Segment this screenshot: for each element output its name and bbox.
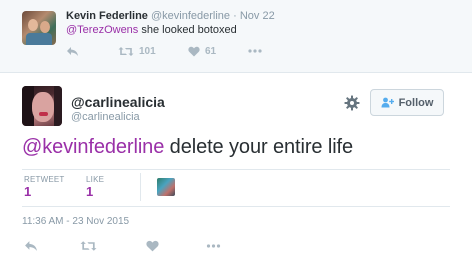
reply-button[interactable] [24,238,38,254]
author-name[interactable]: @carlinealicia [71,94,165,110]
mention-link[interactable]: @kevinfederline [22,136,164,158]
reply-icon [67,46,78,56]
retweet-stat-label[interactable]: RETWEET [24,175,65,184]
reply-button[interactable] [66,43,79,59]
follow-person-icon [381,97,394,108]
follow-label: Follow [398,96,434,109]
retweet-button[interactable] [80,238,97,254]
more-button[interactable] [248,43,262,59]
like-stat-count[interactable]: 1 [86,184,93,199]
liker-avatar[interactable] [157,178,175,196]
retweet-icon [118,46,134,56]
previous-tweet-actions: 101 61 [66,43,286,59]
heart-icon [188,46,200,56]
author-name[interactable]: Kevin Federline [66,10,148,22]
main-tweet-actions [22,238,242,254]
stats-separator [140,173,141,201]
gear-icon[interactable] [344,95,360,111]
tweet-date[interactable]: Nov 22 [240,10,275,22]
heart-icon [146,240,159,252]
more-button[interactable] [206,238,221,254]
previous-tweet-header: Kevin Federline @kevinfederline · Nov 22 [66,10,275,22]
like-count: 61 [205,45,217,57]
separator-dot: · [233,10,237,22]
avatar-carlinealicia[interactable] [22,86,62,126]
like-button[interactable] [146,238,159,254]
divider [22,206,450,207]
retweet-count: 101 [139,45,156,57]
previous-tweet[interactable]: Kevin Federline @kevinfederline · Nov 22… [0,0,472,73]
reply-icon [25,241,37,251]
divider [22,169,450,170]
more-icon [248,49,262,53]
retweet-button[interactable]: 101 [118,43,156,59]
tweet-text: @kevinfederline delete your entire life [22,136,353,159]
more-icon [206,244,221,248]
like-button[interactable]: 61 [188,43,216,59]
tweet-body: delete your entire life [164,136,354,158]
like-stat-label[interactable]: LIKE [86,175,104,184]
follow-button[interactable]: Follow [370,89,444,116]
tweet-body: she looked botoxed [138,24,237,36]
avatar-kevinfederline[interactable] [22,11,56,45]
mention-link[interactable]: @TerezOwens [66,24,138,36]
retweet-stat-count[interactable]: 1 [24,184,31,199]
author-handle[interactable]: @kevinfederline [151,10,230,22]
retweet-icon [80,241,97,251]
tweet-timestamp[interactable]: 11:36 AM - 23 Nov 2015 [22,216,129,227]
previous-tweet-text: @TerezOwens she looked botoxed [66,24,237,36]
author-handle[interactable]: @carlinealicia [71,111,140,123]
